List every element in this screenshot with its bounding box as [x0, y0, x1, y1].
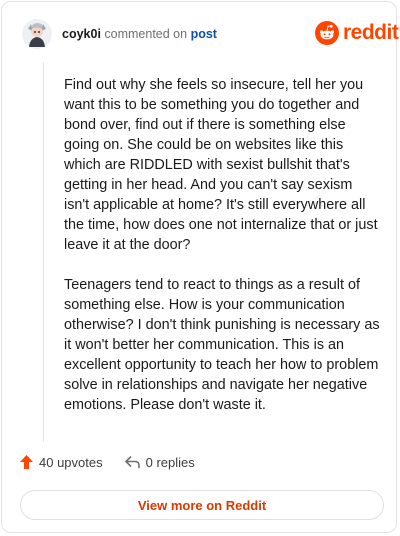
comment-body: Find out why she feels so insecure, tell…: [64, 75, 380, 435]
username[interactable]: coyk0i: [62, 27, 101, 41]
upvote-arrow-icon: [20, 455, 33, 469]
comment-paragraph: Find out why she feels so insecure, tell…: [64, 77, 378, 253]
reply-count: 0 replies: [145, 454, 195, 470]
thread-line: [43, 62, 44, 442]
reddit-logo-icon: [315, 21, 339, 45]
reply-arrow-icon: [124, 456, 140, 469]
comment-paragraph: Teenagers tend to react to things as a r…: [64, 277, 380, 413]
reddit-brand[interactable]: reddit: [315, 21, 399, 45]
reddit-wordmark: reddit: [343, 21, 399, 44]
comment-embed-card: coyk0i commented on post reddit Find out…: [1, 1, 399, 533]
avatar-icon: [22, 19, 52, 49]
user-avatar[interactable]: [22, 19, 52, 49]
comment-header: coyk0i commented on post: [62, 26, 217, 42]
view-more-button[interactable]: View more on Reddit: [20, 490, 384, 520]
upvote-button[interactable]: 40 upvotes: [19, 454, 103, 470]
replies-button[interactable]: 0 replies: [124, 455, 195, 470]
commented-on-text: commented on: [104, 27, 188, 41]
post-link[interactable]: post: [191, 27, 217, 41]
comment-actions: 40 upvotes 0 replies: [19, 454, 195, 470]
upvote-count: 40 upvotes: [39, 454, 103, 470]
